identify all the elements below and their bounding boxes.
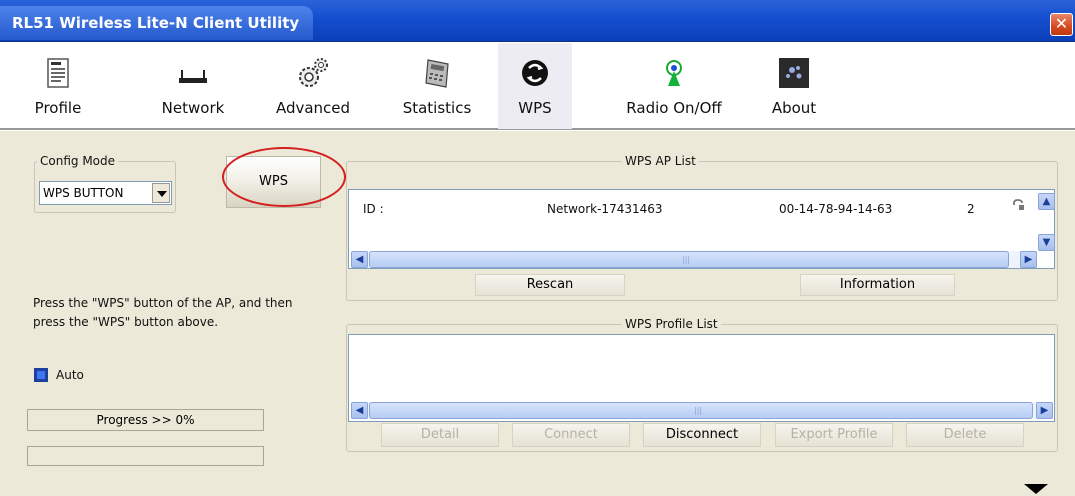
delete-button[interactable]: Delete bbox=[906, 423, 1024, 447]
progress-label: Progress >> 0% bbox=[96, 413, 195, 427]
toolbar-about-button[interactable]: About bbox=[766, 43, 822, 129]
detail-button[interactable]: Detail bbox=[381, 423, 499, 447]
profile-icon bbox=[47, 58, 69, 88]
scroll-right-button[interactable]: ▶ bbox=[1036, 402, 1053, 419]
config-mode-value: WPS BUTTON bbox=[43, 186, 124, 200]
progress-bar bbox=[27, 446, 264, 466]
toolbar: Profile Network Advanced Statistics WPS … bbox=[0, 43, 1075, 130]
profile-list-hscrollbar[interactable]: ◀ ▶ bbox=[351, 402, 1053, 419]
ap-id-label: ID : bbox=[363, 202, 384, 216]
scroll-left-button[interactable]: ◀ bbox=[351, 251, 368, 268]
wps-icon bbox=[522, 60, 548, 86]
information-button[interactable]: Information bbox=[800, 274, 955, 296]
highlight-circle bbox=[222, 147, 346, 207]
progress-label-box: Progress >> 0% bbox=[27, 409, 264, 431]
scroll-up-button[interactable]: ▲ bbox=[1038, 193, 1055, 210]
connect-button[interactable]: Connect bbox=[512, 423, 630, 447]
instruction-line-2: press the "WPS" button above. bbox=[33, 315, 219, 329]
toolbar-profile-button[interactable]: Profile bbox=[28, 43, 88, 129]
statistics-icon bbox=[425, 59, 449, 88]
disconnect-button[interactable]: Disconnect bbox=[643, 423, 761, 447]
toolbar-radio-button[interactable]: Radio On/Off bbox=[614, 43, 734, 129]
window-title: RL51 Wireless Lite-N Client Utility bbox=[0, 6, 314, 40]
toolbar-wps-label: WPS bbox=[518, 99, 552, 117]
lock-icon bbox=[1013, 199, 1024, 210]
about-icon bbox=[779, 58, 809, 88]
ap-bssid: 00-14-78-94-14-63 bbox=[779, 202, 893, 216]
ap-list-row[interactable]: ID : Network-17431463 00-14-78-94-14-63 … bbox=[349, 190, 1039, 220]
toolbar-about-label: About bbox=[771, 99, 817, 117]
ap-ssid: Network-17431463 bbox=[547, 202, 663, 216]
toolbar-profile-label: Profile bbox=[34, 99, 82, 117]
toolbar-statistics-label: Statistics bbox=[402, 99, 472, 117]
scroll-right-button[interactable]: ▶ bbox=[1020, 251, 1037, 268]
scroll-thumb[interactable] bbox=[369, 402, 1033, 419]
instruction-line-1: Press the "WPS" button of the AP, and th… bbox=[33, 296, 293, 310]
toolbar-statistics-button[interactable]: Statistics bbox=[390, 43, 484, 129]
auto-checkbox[interactable] bbox=[34, 368, 48, 382]
scroll-left-button[interactable]: ◀ bbox=[351, 402, 368, 419]
toolbar-network-label: Network bbox=[161, 99, 225, 117]
advanced-gear-icon bbox=[299, 58, 328, 87]
chevron-down-icon[interactable] bbox=[152, 183, 170, 203]
auto-label: Auto bbox=[56, 368, 84, 382]
close-button[interactable]: ✕ bbox=[1050, 13, 1073, 36]
wps-profile-list[interactable]: ◀ ▶ bbox=[348, 334, 1055, 422]
ap-list-hscrollbar[interactable]: ◀ ▶ bbox=[351, 251, 1037, 268]
rescan-button[interactable]: Rescan bbox=[475, 274, 625, 296]
toolbar-radio-label: Radio On/Off bbox=[626, 99, 722, 117]
toolbar-network-button[interactable]: Network bbox=[152, 43, 234, 129]
title-bar: RL51 Wireless Lite-N Client Utility ✕ bbox=[0, 0, 1075, 42]
wps-ap-list[interactable]: ID : Network-17431463 00-14-78-94-14-63 … bbox=[348, 189, 1055, 269]
config-mode-select[interactable]: WPS BUTTON bbox=[39, 181, 172, 205]
network-icon bbox=[179, 70, 207, 83]
expand-arrow-icon[interactable] bbox=[1024, 484, 1048, 494]
toolbar-wps-button[interactable]: WPS bbox=[498, 43, 572, 129]
ap-channel: 2 bbox=[967, 202, 975, 216]
toolbar-advanced-button[interactable]: Advanced bbox=[268, 43, 358, 129]
main-panel: Config Mode WPS BUTTON WPS Press the "WP… bbox=[0, 131, 1075, 496]
config-mode-title: Config Mode bbox=[37, 154, 119, 168]
radio-icon bbox=[666, 60, 682, 86]
export-profile-button[interactable]: Export Profile bbox=[775, 423, 893, 447]
wps-ap-list-title: WPS AP List bbox=[622, 154, 699, 168]
scroll-thumb[interactable] bbox=[369, 251, 1009, 268]
scroll-down-button[interactable]: ▼ bbox=[1038, 234, 1055, 251]
toolbar-advanced-label: Advanced bbox=[275, 99, 351, 117]
wps-profile-list-title: WPS Profile List bbox=[622, 317, 721, 331]
